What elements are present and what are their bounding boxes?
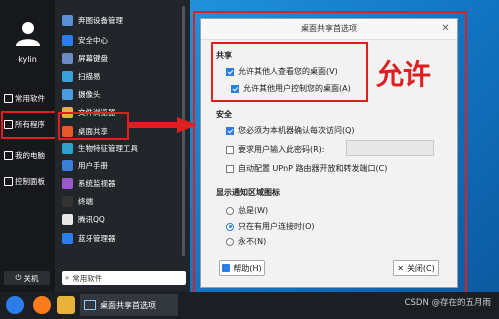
section-sharing-heading: 共享 bbox=[216, 51, 232, 60]
sidebar-item-control-panel[interactable]: 控制面板 bbox=[4, 176, 45, 187]
terminal-icon bbox=[62, 195, 73, 207]
upnp-checkbox[interactable]: 自动配置 UPnP 路由器开放和转发端口(C) bbox=[226, 163, 387, 174]
notify-option-never[interactable]: 永不(N) bbox=[226, 236, 266, 247]
app-item-label: 蓝牙管理器 bbox=[78, 233, 116, 243]
app-item[interactable]: 扫描易 bbox=[62, 69, 101, 83]
allow-view-checkbox[interactable]: 允许其他人查看您的桌面(V) bbox=[226, 66, 338, 77]
app-item[interactable]: 系统监视器 bbox=[62, 176, 116, 190]
user-icon bbox=[16, 22, 40, 46]
checkbox-unchecked-icon bbox=[226, 164, 234, 173]
scanner-icon bbox=[62, 70, 73, 82]
section-notify-heading: 显示通知区域图标 bbox=[216, 188, 280, 197]
user-avatar[interactable] bbox=[15, 20, 41, 46]
start-menu-search[interactable]: ⌕ 常用软件 bbox=[62, 271, 186, 285]
shield-icon bbox=[62, 34, 73, 46]
app-item[interactable]: 摄像头 bbox=[62, 87, 101, 101]
checkbox-checked-icon bbox=[231, 84, 239, 93]
close-button[interactable]: ✕ 关闭(C) bbox=[393, 260, 439, 276]
app-item-label: 终端 bbox=[78, 196, 93, 206]
notify-option-when-connected[interactable]: 只在有用户连接时(O) bbox=[226, 221, 315, 232]
fingerprint-icon bbox=[62, 142, 73, 154]
app-item[interactable]: 奔图设备管理 bbox=[62, 13, 123, 27]
grid-icon bbox=[4, 120, 13, 129]
app-item-label: 系统监视器 bbox=[78, 178, 116, 188]
app-item-label: 屏幕键盘 bbox=[78, 53, 108, 63]
search-icon: ⌕ bbox=[65, 273, 70, 282]
radio-unselected-icon bbox=[226, 206, 234, 215]
app-item-label: 生物特征管理工具 bbox=[78, 143, 138, 153]
app-item[interactable]: 安全中心 bbox=[62, 33, 108, 47]
app-item-label: 扫描易 bbox=[78, 71, 101, 81]
monitor-icon bbox=[62, 177, 73, 189]
sidebar-item-my-computer[interactable]: 我的电脑 bbox=[4, 150, 45, 161]
app-item-label: 摄像头 bbox=[78, 89, 101, 99]
app-item[interactable]: 用户手册 bbox=[62, 158, 108, 172]
app-item-label: 安全中心 bbox=[78, 35, 108, 45]
app-item-label: 桌面共享 bbox=[78, 126, 108, 136]
desktop-share-icon bbox=[62, 125, 73, 137]
app-item[interactable]: 屏幕键盘 bbox=[62, 51, 108, 65]
checkbox-checked-icon bbox=[226, 67, 234, 76]
radio-selected-icon bbox=[226, 222, 234, 231]
app-item-label: 用户手册 bbox=[78, 160, 108, 170]
sidebar-item-all-programs[interactable]: 所有程序 bbox=[4, 119, 45, 130]
app-item-label: 文件浏览器 bbox=[78, 107, 116, 117]
user-name: kylin bbox=[18, 55, 37, 64]
arrow-annotation bbox=[127, 117, 197, 133]
folder-icon[interactable] bbox=[57, 296, 75, 314]
bluetooth-icon bbox=[62, 232, 73, 244]
close-icon: ✕ bbox=[397, 263, 404, 273]
app-item[interactable]: 生物特征管理工具 bbox=[62, 141, 138, 155]
folder-icon bbox=[62, 106, 73, 118]
app-item-label: 奔图设备管理 bbox=[78, 15, 123, 25]
firefox-icon[interactable] bbox=[33, 296, 51, 314]
checkbox-unchecked-icon bbox=[226, 145, 234, 154]
taskbar-task-desktop-share[interactable]: 桌面共享首选项 bbox=[80, 294, 178, 316]
desktop-share-icon bbox=[84, 300, 96, 310]
power-icon: ⏻ bbox=[15, 273, 22, 282]
start-menu-sidebar: kylin 常用软件 所有程序 我的电脑 控制面板 ⏻ 关机 bbox=[0, 0, 55, 292]
settings-icon bbox=[4, 177, 13, 186]
app-item[interactable]: 桌面共享 bbox=[62, 124, 108, 138]
watermark-text: CSDN @存在的五月雨 bbox=[404, 298, 491, 308]
app-item-label: 腾讯QQ bbox=[78, 214, 105, 224]
apps-icon bbox=[4, 94, 13, 103]
manual-icon bbox=[62, 159, 73, 171]
annotation-text: 允许 bbox=[376, 58, 431, 91]
keyboard-icon bbox=[62, 52, 73, 64]
app-item[interactable]: 文件浏览器 bbox=[62, 105, 116, 119]
confirm-each-access-checkbox[interactable]: 您必须为本机器确认每次访问(Q) bbox=[226, 125, 355, 136]
printer-icon bbox=[62, 14, 73, 26]
help-icon bbox=[222, 264, 231, 272]
dialog-title: 桌面共享首选项 bbox=[201, 19, 457, 40]
require-password-checkbox[interactable]: 要求用户输入此密码(R): bbox=[226, 144, 325, 155]
qq-icon bbox=[62, 213, 73, 225]
start-menu-button[interactable] bbox=[6, 296, 24, 314]
power-button[interactable]: ⏻ 关机 bbox=[4, 271, 50, 285]
section-security-heading: 安全 bbox=[216, 110, 232, 119]
allow-control-checkbox[interactable]: 允许其他用户控制您的桌面(A) bbox=[231, 83, 351, 94]
computer-icon bbox=[4, 151, 13, 160]
close-icon[interactable]: ✕ bbox=[440, 23, 451, 34]
help-button[interactable]: 帮助(H) bbox=[219, 260, 265, 276]
app-item[interactable]: 终端 bbox=[62, 194, 93, 208]
start-menu-app-list: 奔图设备管理 安全中心屏幕键盘扫描易摄像头文件浏览器桌面共享生物特征管理工具 用户手… bbox=[55, 0, 190, 292]
password-field[interactable] bbox=[346, 140, 434, 156]
checkbox-checked-icon bbox=[226, 126, 234, 135]
camera-icon bbox=[62, 88, 73, 100]
search-placeholder: 常用软件 bbox=[72, 273, 103, 283]
sidebar-item-common-software[interactable]: 常用软件 bbox=[4, 93, 45, 104]
app-item[interactable]: 蓝牙管理器 bbox=[62, 231, 116, 245]
radio-unselected-icon bbox=[226, 237, 234, 246]
notify-option-always[interactable]: 总是(W) bbox=[226, 205, 268, 216]
app-item[interactable]: 腾讯QQ bbox=[62, 212, 105, 226]
